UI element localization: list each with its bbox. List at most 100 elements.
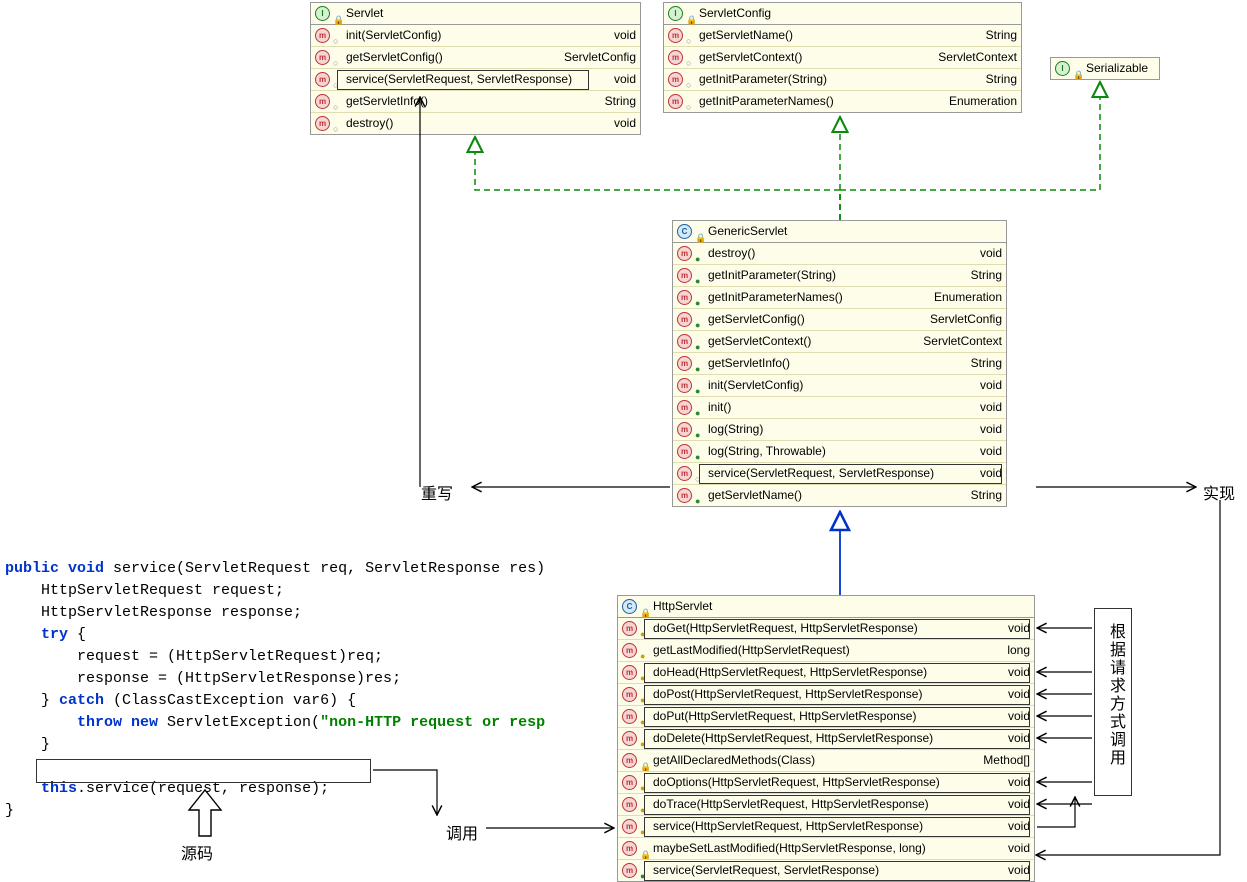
public-mod-icon bbox=[695, 403, 705, 413]
return-type: void bbox=[974, 397, 1002, 418]
return-type: void bbox=[1002, 684, 1030, 705]
method-icon: m bbox=[677, 400, 692, 415]
return-type: void bbox=[1002, 662, 1030, 683]
method-row: m service(ServletRequest, ServletResponse… bbox=[311, 69, 640, 91]
method-row: mdoDelete(HttpServletRequest, HttpServle… bbox=[618, 728, 1034, 750]
method-row: mdoHead(HttpServletRequest, HttpServletR… bbox=[618, 662, 1034, 684]
method-name: getServletContext() bbox=[699, 47, 802, 68]
return-type: void bbox=[974, 375, 1002, 396]
lock-icon bbox=[1073, 64, 1083, 74]
method-name: getInitParameterNames() bbox=[699, 91, 834, 112]
method-icon: m bbox=[677, 422, 692, 437]
method-name: doHead(HttpServletRequest, HttpServletRe… bbox=[653, 662, 927, 683]
method-icon: m bbox=[622, 797, 637, 812]
method-icon: m bbox=[315, 72, 330, 87]
class-icon: C bbox=[622, 599, 637, 614]
method-icon: m bbox=[677, 378, 692, 393]
method-icon: m bbox=[622, 863, 637, 878]
public-mod-icon bbox=[695, 293, 705, 303]
method-row: mdestroy()void bbox=[311, 113, 640, 134]
abstract-mod-icon bbox=[333, 119, 343, 129]
method-row: mgetServletName()String bbox=[673, 485, 1006, 506]
return-type: void bbox=[1002, 816, 1030, 837]
method-row: mgetServletConfig()ServletConfig bbox=[673, 309, 1006, 331]
return-type: void bbox=[1002, 860, 1030, 881]
return-type: ServletContext bbox=[932, 47, 1017, 68]
method-icon: m bbox=[622, 819, 637, 834]
method-name: doPut(HttpServletRequest, HttpServletRes… bbox=[653, 706, 916, 727]
label-source: 源码 bbox=[181, 840, 213, 864]
lock-icon bbox=[640, 756, 650, 766]
protected-mod-icon bbox=[640, 690, 650, 700]
method-row: mgetServletConfig()ServletConfig bbox=[311, 47, 640, 69]
return-type: void bbox=[1002, 618, 1030, 639]
public-mod-icon bbox=[695, 491, 705, 501]
label-implement: 实现 bbox=[1203, 480, 1235, 504]
title-row: I Servlet bbox=[311, 3, 640, 25]
method-icon: m bbox=[677, 246, 692, 261]
method-name: getServletInfo() bbox=[708, 353, 790, 374]
method-icon: m bbox=[677, 356, 692, 371]
public-mod-icon bbox=[695, 315, 705, 325]
class-servlet: I Servlet minit(ServletConfig)voidmgetSe… bbox=[310, 2, 641, 135]
method-row: mservice(ServletRequest, ServletResponse… bbox=[673, 463, 1006, 485]
method-icon: m bbox=[622, 687, 637, 702]
method-icon: m bbox=[677, 466, 692, 481]
method-icon: m bbox=[315, 116, 330, 131]
rows: mdoGet(HttpServletRequest, HttpServletRe… bbox=[618, 618, 1034, 881]
public-mod-icon bbox=[695, 381, 705, 391]
return-type: Enumeration bbox=[928, 287, 1002, 308]
method-name: getInitParameterNames() bbox=[708, 287, 843, 308]
method-icon: m bbox=[622, 753, 637, 768]
method-icon: m bbox=[622, 775, 637, 790]
method-name: init(ServletConfig) bbox=[346, 25, 441, 46]
method-name: getServletInfo() bbox=[346, 91, 428, 112]
method-name: getServletName() bbox=[708, 485, 802, 506]
lock-icon bbox=[686, 9, 696, 19]
class-genericservlet: C GenericServlet mdestroy()voidmgetInitP… bbox=[672, 220, 1007, 507]
class-icon: C bbox=[677, 224, 692, 239]
method-icon: m bbox=[668, 72, 683, 87]
return-type: String bbox=[965, 485, 1002, 506]
method-row: mgetLastModified(HttpServletRequest)long bbox=[618, 640, 1034, 662]
abstract-mod-icon bbox=[686, 75, 696, 85]
return-type: String bbox=[980, 69, 1017, 90]
label-call: 调用 bbox=[446, 820, 478, 844]
code-highlight-box bbox=[36, 759, 371, 783]
method-row: minit(ServletConfig)void bbox=[311, 25, 640, 47]
label-rewrite: 重写 bbox=[421, 480, 453, 504]
method-icon: m bbox=[677, 444, 692, 459]
method-name: doPost(HttpServletRequest, HttpServletRe… bbox=[653, 684, 922, 705]
method-name: service(ServletRequest, ServletResponse) bbox=[346, 69, 572, 90]
class-title: Serializable bbox=[1086, 58, 1148, 79]
rows: mdestroy()voidmgetInitParameter(String)S… bbox=[673, 243, 1006, 506]
method-row: mmaybeSetLastModified(HttpServletRespons… bbox=[618, 838, 1034, 860]
return-type: void bbox=[1002, 706, 1030, 727]
return-type: void bbox=[608, 113, 636, 134]
rows: minit(ServletConfig)voidmgetServletConfi… bbox=[311, 25, 640, 134]
return-type: String bbox=[599, 91, 636, 112]
public-mod-icon bbox=[695, 447, 705, 457]
method-row: mgetServletContext()ServletContext bbox=[664, 47, 1021, 69]
protected-mod-icon bbox=[640, 734, 650, 744]
return-type: Enumeration bbox=[943, 91, 1017, 112]
title-row: C GenericServlet bbox=[673, 221, 1006, 243]
method-row: mgetInitParameterNames()Enumeration bbox=[664, 91, 1021, 112]
protected-mod-icon bbox=[640, 624, 650, 634]
protected-mod-icon bbox=[640, 668, 650, 678]
method-row: mdoGet(HttpServletRequest, HttpServletRe… bbox=[618, 618, 1034, 640]
interface-icon: I bbox=[668, 6, 683, 21]
method-name: maybeSetLastModified(HttpServletResponse… bbox=[653, 838, 926, 859]
return-type: ServletConfig bbox=[924, 309, 1002, 330]
method-icon: m bbox=[622, 709, 637, 724]
public-mod-icon bbox=[695, 271, 705, 281]
method-icon: m bbox=[677, 290, 692, 305]
class-title: ServletConfig bbox=[699, 3, 771, 24]
method-name: getServletContext() bbox=[708, 331, 811, 352]
method-icon: m bbox=[622, 643, 637, 658]
method-name: service(HttpServletRequest, HttpServletR… bbox=[653, 816, 923, 837]
rows: mgetServletName()StringmgetServletContex… bbox=[664, 25, 1021, 112]
method-row: mgetServletContext()ServletContext bbox=[673, 331, 1006, 353]
method-name: service(ServletRequest, ServletResponse) bbox=[653, 860, 879, 881]
method-row: mgetInitParameter(String)String bbox=[673, 265, 1006, 287]
